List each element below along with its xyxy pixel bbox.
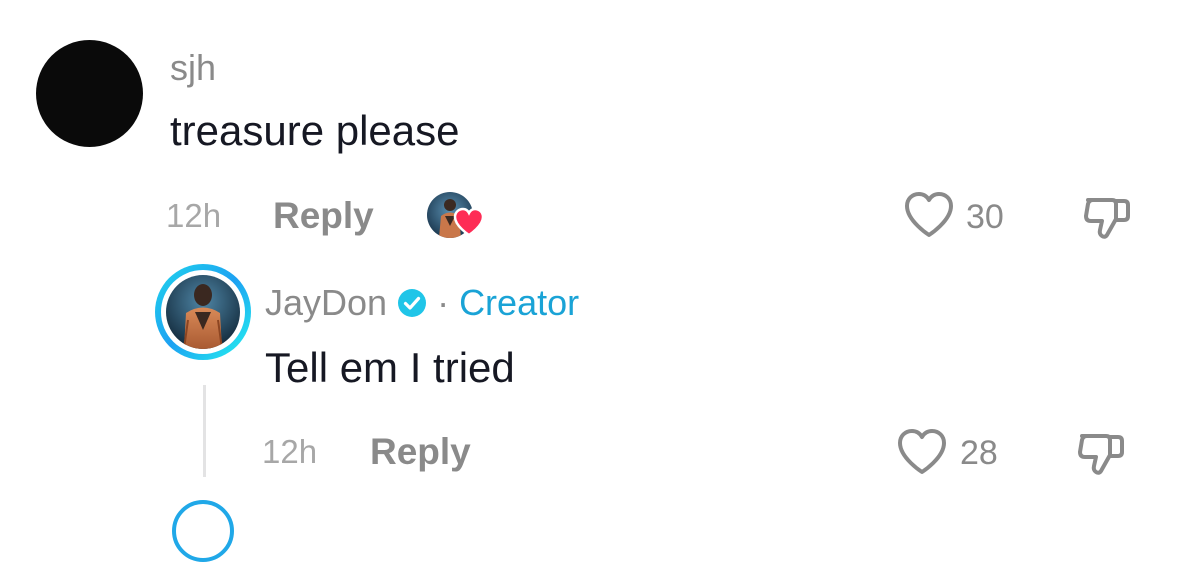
reply-dislike-button[interactable] bbox=[1076, 428, 1126, 478]
creator-avatar[interactable] bbox=[155, 264, 251, 360]
heart-outline-icon bbox=[898, 429, 946, 474]
like-button[interactable] bbox=[902, 190, 956, 240]
heart-outline-icon bbox=[905, 192, 953, 237]
verified-check-icon bbox=[398, 289, 427, 317]
comment-text: treasure please bbox=[170, 107, 460, 154]
separator-dot: · bbox=[437, 282, 450, 323]
like-count: 30 bbox=[966, 198, 1004, 236]
creator-liked-indicator bbox=[425, 190, 485, 242]
next-reply-avatar[interactable] bbox=[172, 500, 234, 562]
dislike-button[interactable] bbox=[1082, 192, 1132, 242]
reply-like-count: 28 bbox=[960, 434, 998, 472]
reply-button[interactable]: Reply bbox=[273, 196, 374, 236]
reply-timestamp: 12h bbox=[262, 433, 318, 470]
thumbs-down-outline-icon bbox=[1084, 198, 1130, 239]
avatar[interactable] bbox=[36, 40, 143, 147]
heart-filled-icon bbox=[453, 207, 485, 237]
reply-like-button[interactable] bbox=[895, 427, 949, 477]
reply-reply-button[interactable]: Reply bbox=[370, 432, 471, 472]
reply-header: JayDon · Creator bbox=[265, 283, 579, 323]
comment-timestamp: 12h bbox=[166, 197, 222, 234]
thread-line bbox=[203, 385, 206, 477]
creator-badge: Creator bbox=[459, 282, 580, 323]
reply-username[interactable]: JayDon bbox=[265, 283, 387, 323]
reply-text: Tell em I tried bbox=[265, 344, 515, 391]
thumbs-down-outline-icon bbox=[1078, 434, 1124, 475]
comment-username[interactable]: sjh bbox=[170, 48, 216, 88]
